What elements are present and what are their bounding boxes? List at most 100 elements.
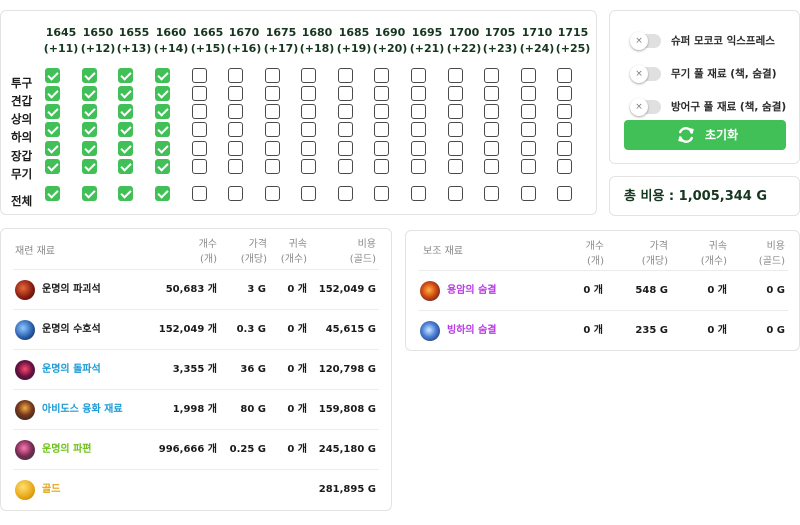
checkbox-1705[interactable] xyxy=(484,141,499,156)
checkbox-1715[interactable] xyxy=(557,86,572,101)
checkbox-1675[interactable] xyxy=(265,104,280,119)
checkbox-1685[interactable] xyxy=(338,86,353,101)
checkbox-1715[interactable] xyxy=(557,104,572,119)
checkbox-1690[interactable] xyxy=(374,86,389,101)
checkbox-1650[interactable] xyxy=(82,122,97,137)
checkbox-1660[interactable] xyxy=(155,104,170,119)
weapon-full-material-toggle[interactable]: × xyxy=(630,65,661,83)
checkbox-1675[interactable] xyxy=(265,186,280,201)
checkbox-1705[interactable] xyxy=(484,186,499,201)
checkbox-1670[interactable] xyxy=(228,122,243,137)
checkbox-1680[interactable] xyxy=(301,186,316,201)
checkbox-1695[interactable] xyxy=(411,68,426,83)
checkbox-1655[interactable] xyxy=(118,68,133,83)
checkbox-1685[interactable] xyxy=(338,122,353,137)
checkbox-1685[interactable] xyxy=(338,104,353,119)
checkbox-1650[interactable] xyxy=(82,86,97,101)
checkbox-1645[interactable] xyxy=(45,186,60,201)
checkbox-1675[interactable] xyxy=(265,141,280,156)
checkbox-1695[interactable] xyxy=(411,122,426,137)
checkbox-1705[interactable] xyxy=(484,159,499,174)
checkbox-1710[interactable] xyxy=(521,159,536,174)
checkbox-1680[interactable] xyxy=(301,159,316,174)
checkbox-1655[interactable] xyxy=(118,186,133,201)
checkbox-1650[interactable] xyxy=(82,159,97,174)
checkbox-1680[interactable] xyxy=(301,141,316,156)
checkbox-1705[interactable] xyxy=(484,86,499,101)
checkbox-1715[interactable] xyxy=(557,68,572,83)
checkbox-1670[interactable] xyxy=(228,68,243,83)
checkbox-1700[interactable] xyxy=(448,104,463,119)
checkbox-1680[interactable] xyxy=(301,86,316,101)
checkbox-1675[interactable] xyxy=(265,122,280,137)
checkbox-1675[interactable] xyxy=(265,159,280,174)
checkbox-1710[interactable] xyxy=(521,122,536,137)
checkbox-1705[interactable] xyxy=(484,68,499,83)
checkbox-1715[interactable] xyxy=(557,141,572,156)
checkbox-1715[interactable] xyxy=(557,159,572,174)
reset-button[interactable]: 초기화 xyxy=(624,120,786,150)
checkbox-1645[interactable] xyxy=(45,122,60,137)
checkbox-1660[interactable] xyxy=(155,122,170,137)
checkbox-1685[interactable] xyxy=(338,141,353,156)
checkbox-1695[interactable] xyxy=(411,186,426,201)
checkbox-1645[interactable] xyxy=(45,159,60,174)
checkbox-1660[interactable] xyxy=(155,86,170,101)
checkbox-1645[interactable] xyxy=(45,104,60,119)
checkbox-1695[interactable] xyxy=(411,104,426,119)
checkbox-1670[interactable] xyxy=(228,159,243,174)
option-super-mokoko[interactable]: × 슈퍼 모코코 익스프레스 xyxy=(630,32,792,50)
checkbox-1690[interactable] xyxy=(374,104,389,119)
checkbox-1660[interactable] xyxy=(155,159,170,174)
checkbox-1680[interactable] xyxy=(301,122,316,137)
checkbox-1650[interactable] xyxy=(82,186,97,201)
checkbox-1665[interactable] xyxy=(192,68,207,83)
checkbox-1685[interactable] xyxy=(338,186,353,201)
checkbox-1695[interactable] xyxy=(411,141,426,156)
checkbox-1700[interactable] xyxy=(448,141,463,156)
checkbox-1700[interactable] xyxy=(448,86,463,101)
checkbox-1700[interactable] xyxy=(448,122,463,137)
checkbox-1645[interactable] xyxy=(45,86,60,101)
checkbox-1670[interactable] xyxy=(228,141,243,156)
checkbox-1655[interactable] xyxy=(118,141,133,156)
checkbox-1655[interactable] xyxy=(118,159,133,174)
checkbox-1710[interactable] xyxy=(521,86,536,101)
super-mokoko-toggle[interactable]: × xyxy=(630,32,661,50)
checkbox-1695[interactable] xyxy=(411,86,426,101)
checkbox-1655[interactable] xyxy=(118,122,133,137)
checkbox-1655[interactable] xyxy=(118,104,133,119)
checkbox-1650[interactable] xyxy=(82,68,97,83)
checkbox-1675[interactable] xyxy=(265,68,280,83)
checkbox-1680[interactable] xyxy=(301,68,316,83)
checkbox-1660[interactable] xyxy=(155,186,170,201)
armor-full-material-toggle[interactable]: × xyxy=(630,98,661,116)
checkbox-1665[interactable] xyxy=(192,86,207,101)
checkbox-1645[interactable] xyxy=(45,68,60,83)
checkbox-1700[interactable] xyxy=(448,68,463,83)
checkbox-1700[interactable] xyxy=(448,186,463,201)
checkbox-1660[interactable] xyxy=(155,68,170,83)
checkbox-1690[interactable] xyxy=(374,141,389,156)
checkbox-1660[interactable] xyxy=(155,141,170,156)
checkbox-1715[interactable] xyxy=(557,186,572,201)
checkbox-1715[interactable] xyxy=(557,122,572,137)
checkbox-1675[interactable] xyxy=(265,86,280,101)
checkbox-1695[interactable] xyxy=(411,159,426,174)
option-weapon-full-material[interactable]: × 무기 풀 재료 (책, 숨결) xyxy=(630,65,792,83)
option-armor-full-material[interactable]: × 방어구 풀 재료 (책, 숨결) xyxy=(630,98,792,116)
checkbox-1670[interactable] xyxy=(228,104,243,119)
checkbox-1705[interactable] xyxy=(484,122,499,137)
checkbox-1655[interactable] xyxy=(118,86,133,101)
checkbox-1700[interactable] xyxy=(448,159,463,174)
checkbox-1685[interactable] xyxy=(338,159,353,174)
checkbox-1645[interactable] xyxy=(45,141,60,156)
checkbox-1665[interactable] xyxy=(192,122,207,137)
checkbox-1665[interactable] xyxy=(192,186,207,201)
checkbox-1710[interactable] xyxy=(521,68,536,83)
checkbox-1690[interactable] xyxy=(374,186,389,201)
checkbox-1665[interactable] xyxy=(192,141,207,156)
checkbox-1665[interactable] xyxy=(192,104,207,119)
checkbox-1710[interactable] xyxy=(521,141,536,156)
checkbox-1685[interactable] xyxy=(338,68,353,83)
